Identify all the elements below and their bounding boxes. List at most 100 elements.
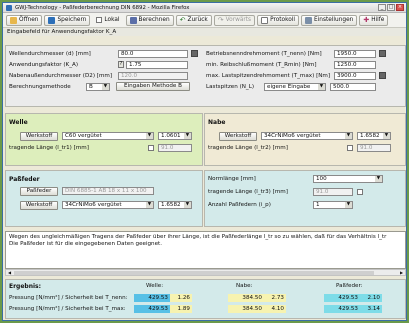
application-factor-input[interactable]: 1.75: [126, 61, 188, 69]
calculation-method-label: Berechnungsmethode: [9, 84, 71, 90]
open-button[interactable]: Öffnen: [6, 14, 43, 26]
load-peaks-select[interactable]: eigene Eingabe: [264, 83, 326, 91]
shaft-panel: Welle Werkstoff C60 vergütet 1.0601 trag…: [5, 113, 203, 166]
result-row-label: Pressung [N/mm²] / Sicherheit bei T_max:: [9, 306, 126, 312]
application-factor-label: Anwendungsfaktor (K_A): [9, 62, 79, 68]
shaft-section-title: Welle: [9, 119, 28, 126]
hub-length-input[interactable]: 91.0: [357, 144, 391, 152]
back-arrow-icon: ↶: [179, 15, 186, 24]
key-section-title: Paßfeder: [9, 176, 40, 183]
max-peak-torque-label: max. Lastspitzendrehmoment (T_max) [Nm]: [206, 73, 331, 79]
key-count-select[interactable]: 1: [313, 201, 353, 209]
calculator-small-icon[interactable]: [379, 72, 386, 79]
maximize-button[interactable]: □: [387, 4, 395, 11]
normal-length-select[interactable]: 100: [313, 175, 383, 183]
key-length-input[interactable]: 91.0: [313, 188, 353, 196]
scroll-right-icon[interactable]: ▶: [398, 270, 405, 275]
hub-outer-diameter-label: Nabenaußendurchmesser (D2) [mm]: [9, 73, 113, 79]
shaft-factor-select[interactable]: 1.0601: [158, 132, 192, 140]
shaft-length-label: tragende Länge (l_tr1) [mm]: [9, 145, 89, 151]
max-peak-torque-input[interactable]: 3900.0: [334, 72, 376, 80]
app-logo-icon: [6, 4, 12, 11]
key-material-select[interactable]: 34CrNiMo6 vergütet: [62, 201, 154, 209]
key-select-button[interactable]: Paßfeder: [20, 187, 58, 196]
back-button[interactable]: ↶ Zurück: [175, 14, 212, 26]
shaft-length-input[interactable]: 91.0: [158, 144, 192, 152]
shaft-length-checkbox[interactable]: [148, 145, 154, 151]
nominal-torque-input[interactable]: 1950.0: [334, 50, 376, 58]
hub-length-checkbox[interactable]: [347, 145, 353, 151]
help-button[interactable]: ✚ Hilfe: [359, 14, 389, 26]
hub-factor-select[interactable]: 1.6582: [357, 132, 391, 140]
result-shaft-pressure: 429.53: [134, 305, 170, 313]
result-key-pressure: 429.53: [324, 305, 360, 313]
folder-icon: [10, 16, 17, 24]
hub-material-select[interactable]: 34CrNiMo6 vergütet: [261, 132, 353, 140]
settings-icon: [305, 16, 313, 24]
key-length-checkbox[interactable]: [357, 189, 363, 195]
key-panel: Paßfeder Paßfeder DIN 6885-1 AB 18 x 11 …: [5, 170, 203, 227]
result-hub-pressure: 384.50: [228, 305, 264, 313]
calculator-small-icon[interactable]: [379, 50, 386, 57]
calculator-small-icon[interactable]: [191, 50, 198, 57]
local-checkbox[interactable]: Lokal: [92, 15, 123, 26]
toolbar: Öffnen Speichern Lokal Berechnen ↶ Zurüc…: [3, 13, 406, 28]
info-icon[interactable]: ?: [118, 61, 124, 68]
result-hub-pressure: 384.50: [228, 294, 264, 302]
method-b-inputs-button[interactable]: Eingaben Methode B: [116, 82, 190, 91]
result-hub-safety: 4.10: [264, 305, 286, 313]
key-material-button[interactable]: Werkstoff: [20, 201, 58, 210]
shaft-diameter-input[interactable]: 80.0: [118, 50, 188, 58]
load-peaks-input[interactable]: 500.0: [330, 83, 376, 91]
key-factor-select[interactable]: 1.6582: [158, 201, 192, 209]
normal-length-label: Normlänge [mm]: [208, 176, 256, 182]
message-line: Die Paßfeder ist für die eingegebenen Da…: [9, 241, 163, 247]
scrollbar-thumb[interactable]: [14, 271, 374, 275]
shaft-material-button[interactable]: Werkstoff: [20, 132, 58, 141]
result-shaft-safety: 1.89: [170, 305, 192, 313]
calculation-method-select[interactable]: B: [86, 83, 110, 91]
key-designation-input[interactable]: DIN 6885-1 AB 18 x 11 x 100: [62, 187, 154, 195]
settings-button[interactable]: Einstellungen: [301, 14, 358, 26]
hub-outer-diameter-input[interactable]: 120.0: [118, 72, 188, 80]
message-line: Wegen des ungleichmäßigen Tragens der Pa…: [9, 234, 387, 240]
key-length-label: tragende Länge (l_tr3) [mm]: [208, 189, 288, 195]
hub-length-label: tragende Länge (l_tr2) [mm]: [208, 145, 288, 151]
result-hub-safety: 2.73: [264, 294, 286, 302]
help-icon: ✚: [363, 15, 370, 24]
scroll-left-icon[interactable]: ◀: [6, 270, 13, 275]
close-button[interactable]: ×: [396, 4, 404, 11]
calculate-button[interactable]: Berechnen: [125, 14, 174, 26]
forward-button[interactable]: ↷ Vorwärts: [213, 14, 256, 26]
result-shaft-pressure: 429.53: [134, 294, 170, 302]
title-bar: GWJ-Technology - Paßfederberechnung DIN …: [3, 3, 406, 13]
nominal-torque-label: Betriebsnenndrehmoment (T_nenn) [Nm]: [206, 51, 322, 57]
result-row-label: Pressung [N/mm²] / Sicherheit bei T_nenn…: [9, 295, 128, 301]
result-key-safety: 3.14: [360, 305, 382, 313]
result-key-pressure: 429.53: [324, 294, 360, 302]
window-title: GWJ-Technology - Paßfederberechnung DIN …: [15, 4, 190, 11]
results-title: Ergebnis:: [9, 283, 42, 290]
shaft-diameter-label: Wellendurchmesser (d) [mm]: [9, 51, 91, 57]
shaft-material-select[interactable]: C60 vergütet: [62, 132, 154, 140]
horizontal-scrollbar[interactable]: ◀ ▶: [5, 269, 406, 276]
message-area[interactable]: Wegen des ungleichmäßigen Tragens der Pa…: [5, 231, 406, 269]
save-button[interactable]: Speichern: [44, 14, 91, 26]
results-col-hub: Nabe:: [236, 283, 253, 289]
hub-section-title: Nabe: [208, 119, 226, 126]
minimize-button[interactable]: _: [378, 4, 386, 11]
result-shaft-safety: 1.26: [170, 294, 192, 302]
forward-arrow-icon: ↷: [217, 15, 224, 24]
key-count-label: Anzahl Paßfedern (i_p): [208, 202, 271, 208]
protocol-button[interactable]: Protokoll: [257, 14, 300, 26]
min-friction-torque-input[interactable]: 1250.0: [334, 61, 376, 69]
browser-window: GWJ-Technology - Paßfederberechnung DIN …: [2, 2, 407, 321]
key-dimensions-panel: Normlänge [mm] 100 tragende Länge (l_tr3…: [204, 170, 406, 227]
calculator-icon: [129, 16, 137, 24]
hub-material-button[interactable]: Werkstoff: [219, 132, 257, 141]
hub-panel: Nabe Werkstoff 34CrNiMo6 vergütet 1.6582…: [204, 113, 406, 166]
checkbox-icon: [96, 17, 103, 23]
load-peaks-label: Lastspitzen (N_L): [206, 84, 255, 90]
results-col-shaft: Welle:: [146, 283, 164, 289]
window-controls: _ □ ×: [378, 4, 404, 11]
